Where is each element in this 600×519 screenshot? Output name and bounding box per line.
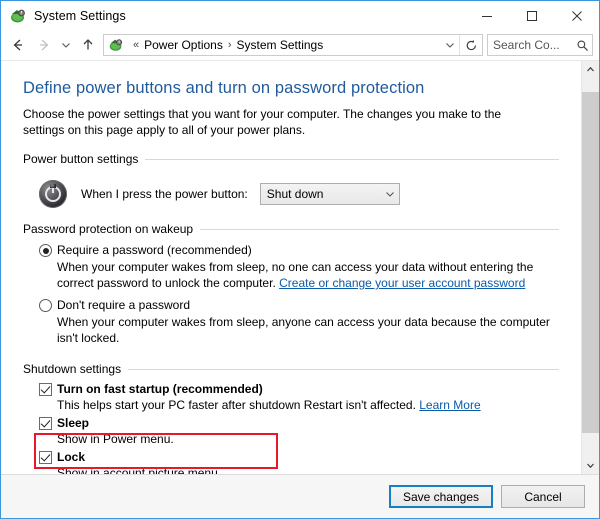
shutdown-settings-header: Shutdown settings [23,362,559,376]
page-intro: Choose the power settings that you want … [23,106,539,138]
dialog-footer: Save changes Cancel [1,474,599,518]
breadcrumb-system-settings[interactable]: System Settings [237,38,324,52]
chevron-down-icon[interactable] [381,188,399,200]
require-password-label: Require a password (recommended) [57,243,252,258]
up-arrow-icon[interactable] [75,32,101,58]
power-button-settings-header: Power button settings [23,152,559,166]
sleep-description: Show in Power menu. [57,431,559,447]
power-plan-icon [9,7,27,25]
radio-dont-require-password[interactable] [39,299,52,312]
back-arrow-icon[interactable] [5,32,31,58]
group-label: Power button settings [23,152,145,166]
group-label: Password protection on wakeup [23,222,200,236]
create-change-password-link[interactable]: Create or change your user account passw… [279,276,525,290]
window-title: System Settings [34,9,126,23]
scrollbar-track[interactable] [582,78,599,457]
group-rule [145,159,559,160]
fast-startup-description: This helps start your PC faster after sh… [57,397,559,413]
password-protection-section: Password protection on wakeup Require a … [23,222,559,346]
breadcrumb-separator: › [223,39,237,51]
content-area: Define power buttons and turn on passwor… [1,60,599,474]
group-rule [128,369,559,370]
maximize-icon[interactable] [509,1,554,30]
group-rule [200,229,559,230]
address-power-plan-icon [108,37,124,53]
navigation-bar: « Power Options › System Settings Search… [1,30,599,60]
power-button-label: When I press the power button: [81,187,248,201]
lock-label: Lock [57,450,85,465]
power-button-action-value: Shut down [261,187,381,201]
group-label: Shutdown settings [23,362,128,376]
recent-locations-chevron-down-icon[interactable] [57,32,75,58]
radio-require-password[interactable] [39,244,52,257]
dont-require-password-label: Don't require a password [57,298,190,313]
search-icon[interactable] [572,39,592,52]
refresh-icon[interactable] [459,35,482,55]
fast-startup-description-text: This helps start your PC faster after sh… [57,398,300,412]
checkbox-lock[interactable] [39,451,52,464]
fast-startup-description-tail: Restart isn't affected. [300,398,419,412]
scroll-down-icon[interactable] [582,457,599,474]
checkbox-sleep[interactable] [39,417,52,430]
lock-description: Show in account picture menu. [57,465,559,474]
power-button-icon [39,180,67,208]
scroll-up-icon[interactable] [582,61,599,78]
address-chevron-down-icon[interactable] [441,39,459,51]
require-password-description: When your computer wakes from sleep, no … [57,259,557,291]
search-input-value[interactable]: Search Co... [488,38,572,52]
system-settings-window: System Settings [0,0,600,519]
sleep-option[interactable]: Sleep Show in Power menu. [23,416,559,447]
window-controls [464,1,599,30]
breadcrumb-power-options[interactable]: Power Options [144,38,223,52]
power-button-row: When I press the power button: Shut down [23,170,559,214]
power-button-action-select[interactable]: Shut down [260,183,400,205]
page-title: Define power buttons and turn on passwor… [23,79,559,98]
password-protection-header: Password protection on wakeup [23,222,559,236]
forward-arrow-icon [31,32,57,58]
fast-startup-label: Turn on fast startup (recommended) [57,382,263,397]
title-bar: System Settings [1,1,599,30]
fast-startup-option[interactable]: Turn on fast startup (recommended) This … [23,382,559,413]
scrollbar-thumb[interactable] [582,92,599,433]
dont-require-password-description: When your computer wakes from sleep, any… [57,314,557,346]
sleep-label: Sleep [57,416,89,431]
save-changes-button[interactable]: Save changes [389,485,493,508]
no-password-option[interactable]: Don't require a password When your compu… [23,298,559,346]
address-bar[interactable]: « Power Options › System Settings [103,34,483,56]
minimize-icon[interactable] [464,1,509,30]
breadcrumb-overflow[interactable]: « [128,39,144,51]
close-icon[interactable] [554,1,599,30]
shutdown-settings-section: Shutdown settings Turn on fast startup (… [23,362,559,474]
learn-more-link[interactable]: Learn More [419,398,480,412]
settings-panel: Define power buttons and turn on passwor… [1,61,581,474]
checkbox-fast-startup[interactable] [39,383,52,396]
lock-option[interactable]: Lock Show in account picture menu. [23,450,559,474]
power-button-settings-section: Power button settings When I press the p… [23,152,559,214]
cancel-button[interactable]: Cancel [501,485,585,508]
search-input[interactable]: Search Co... [487,34,593,56]
vertical-scrollbar[interactable] [581,61,599,474]
require-password-option[interactable]: Require a password (recommended) When yo… [23,243,559,291]
